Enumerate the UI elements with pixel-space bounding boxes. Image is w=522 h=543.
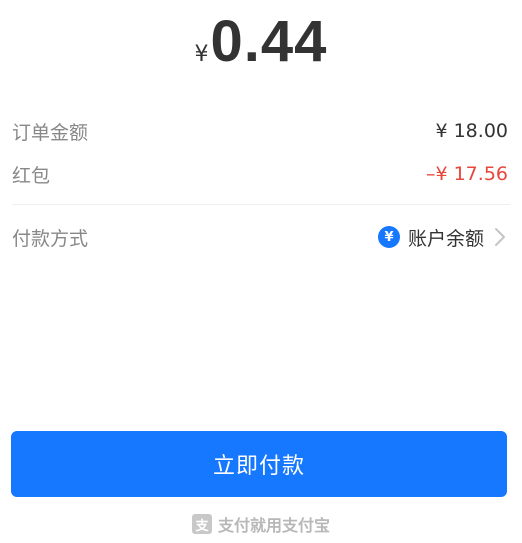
payment-method-label: 付款方式 [12,227,89,250]
order-amount-label: 订单金额 [12,121,89,144]
red-packet-value: –¥ 17.56 [425,163,508,185]
footer-slogan: 支 支付就用支付宝 [0,512,522,536]
pay-now-button[interactable]: 立即付款 [11,431,507,497]
payment-method-value: 账户余额 [407,227,484,250]
payment-amount: ¥0.44 [0,8,522,75]
order-amount-value: ¥ 18.00 [435,120,508,142]
red-packet-row: 红包 –¥ 17.56 [12,160,508,188]
payment-method-row[interactable]: 付款方式 ¥ 账户余额 [12,223,508,251]
alipay-logo-icon: 支 [191,514,212,534]
amount-value: 0.44 [210,9,328,74]
chevron-right-icon [494,226,508,248]
balance-yen-icon: ¥ [377,226,400,248]
divider [12,204,510,205]
payment-method-selector[interactable]: ¥ 账户余额 [377,224,508,251]
footer-slogan-text: 支付就用支付宝 [217,516,330,535]
order-amount-row: 订单金额 ¥ 18.00 [12,117,508,145]
currency-symbol: ¥ [194,42,209,67]
red-packet-label: 红包 [12,164,51,187]
